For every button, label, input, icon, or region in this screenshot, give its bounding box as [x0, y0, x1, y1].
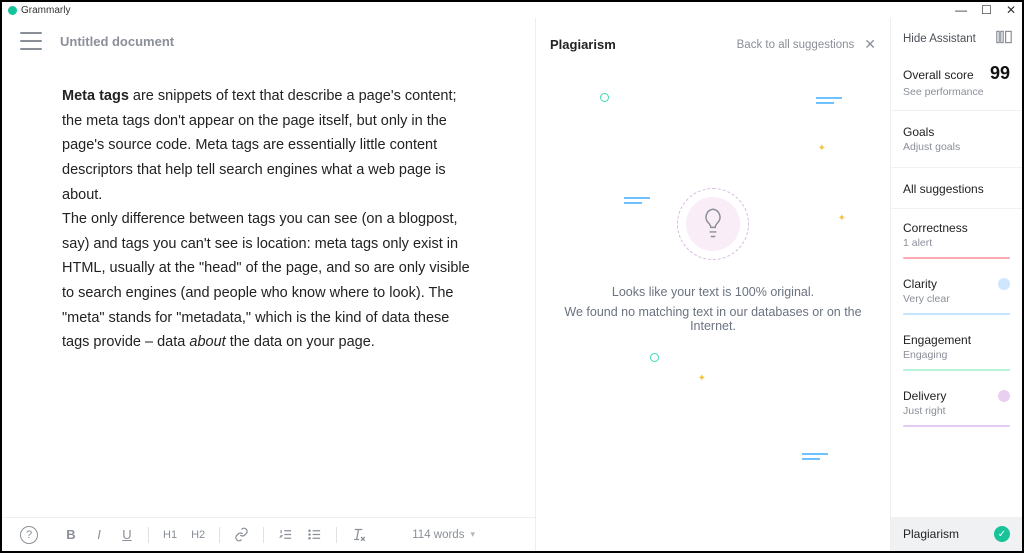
decor-circle-icon [650, 353, 659, 362]
body-p2b: the data on your page. [226, 334, 375, 350]
separator [219, 527, 220, 543]
plagiarism-button[interactable]: Plagiarism ✓ [891, 517, 1022, 551]
delivery-category[interactable]: Delivery Just right [891, 377, 1022, 433]
sidebar-header: Hide Assistant [891, 18, 1022, 59]
hide-assistant-button[interactable]: Hide Assistant [903, 33, 976, 45]
engagement-bar [903, 369, 1010, 371]
delivery-sub: Just right [903, 405, 1010, 417]
goals-title: Goals [903, 125, 1010, 139]
editor-toolbar: ? B I U H1 H2 [2, 517, 535, 551]
engagement-category[interactable]: Engagement Engaging [891, 321, 1022, 377]
bold-button[interactable]: B [64, 527, 78, 542]
adjust-goals-link[interactable]: Adjust goals [903, 141, 1010, 153]
word-count[interactable]: 114 words ▾ [412, 529, 475, 541]
link-button[interactable] [234, 527, 249, 542]
clarity-bar [903, 313, 1010, 315]
clarity-title: Clarity [903, 277, 937, 291]
clarity-category[interactable]: Clarity Very clear [891, 265, 1022, 321]
plagiarism-result-line2: We found no matching text in our databas… [550, 305, 876, 333]
maximize-icon[interactable]: ☐ [981, 3, 992, 17]
ordered-list-button[interactable] [278, 527, 293, 542]
plagiarism-header: Plagiarism Back to all suggestions ✕ [550, 36, 876, 53]
document-title[interactable]: Untitled document [60, 34, 174, 49]
see-performance-link[interactable]: See performance [903, 86, 1010, 98]
body-italic: about [189, 334, 225, 350]
clarity-sub: Very clear [903, 293, 1010, 305]
editor-column: Untitled document Meta tags are snippets… [2, 18, 535, 551]
correctness-category[interactable]: Correctness 1 alert [891, 209, 1022, 265]
delivery-title: Delivery [903, 389, 946, 403]
all-suggestions-link[interactable]: All suggestions [891, 168, 1022, 209]
plagiarism-button-label: Plagiarism [903, 527, 959, 541]
goals-section[interactable]: Goals Adjust goals [891, 111, 1022, 168]
underline-button[interactable]: U [120, 527, 134, 542]
correctness-bar [903, 257, 1010, 259]
plagiarism-result-line1: Looks like your text is 100% original. [612, 285, 814, 299]
separator [336, 527, 337, 543]
assistant-sidebar: Hide Assistant Overall score 99 See perf… [890, 18, 1022, 551]
body-p2a: The only difference between tags you can… [62, 211, 470, 350]
plagiarism-title: Plagiarism [550, 37, 616, 52]
window-controls: — ☐ ✕ [955, 3, 1016, 17]
decor-circle-icon [600, 93, 609, 102]
decor-lines-icon [624, 197, 650, 203]
clear-formatting-button[interactable] [351, 527, 366, 542]
decor-lines-icon [802, 453, 828, 459]
editor-header: Untitled document [2, 18, 535, 58]
body-p1: are snippets of text that describe a pag… [62, 88, 457, 203]
check-icon: ✓ [994, 526, 1010, 542]
overall-score-section[interactable]: Overall score 99 See performance [891, 59, 1022, 111]
grammarly-logo-icon [8, 6, 17, 15]
minimize-icon[interactable]: — [955, 3, 967, 17]
window-titlebar: Grammarly — ☐ ✕ [2, 2, 1022, 18]
lightbulb-icon [686, 197, 740, 251]
sparkle-icon: ✦ [818, 143, 826, 154]
chevron-down-icon: ▾ [470, 529, 475, 540]
engagement-sub: Engaging [903, 349, 1010, 361]
h1-button[interactable]: H1 [163, 529, 177, 541]
back-to-suggestions-link[interactable]: Back to all suggestions [737, 39, 855, 51]
overall-score-label: Overall score [903, 68, 974, 82]
h2-button[interactable]: H2 [191, 529, 205, 541]
italic-button[interactable]: I [92, 527, 106, 542]
decor-lines-icon [816, 97, 842, 103]
close-panel-icon[interactable]: ✕ [864, 36, 876, 53]
body-bold: Meta tags [62, 88, 129, 104]
separator [263, 527, 264, 543]
plagiarism-panel: Plagiarism Back to all suggestions ✕ ✦ ✦… [535, 18, 890, 551]
separator [148, 527, 149, 543]
plagiarism-illustration: ✦ ✦ ✦ Looks like your text is 100% origi… [550, 53, 876, 551]
unordered-list-button[interactable] [307, 527, 322, 542]
overall-score-value: 99 [990, 63, 1010, 84]
correctness-sub: 1 alert [903, 237, 1010, 249]
engagement-title: Engagement [903, 333, 971, 347]
sparkle-icon: ✦ [698, 373, 706, 384]
correctness-title: Correctness [903, 221, 968, 235]
menu-icon[interactable] [20, 32, 42, 50]
editor-body[interactable]: Meta tags are snippets of text that desc… [2, 58, 535, 355]
status-dot-icon [998, 278, 1010, 290]
panel-layout-icon[interactable] [996, 30, 1012, 47]
sparkle-icon: ✦ [838, 213, 846, 224]
help-icon[interactable]: ? [20, 526, 38, 544]
close-icon[interactable]: ✕ [1006, 3, 1016, 17]
delivery-bar [903, 425, 1010, 427]
status-dot-icon [998, 390, 1010, 402]
app-name: Grammarly [21, 5, 70, 16]
